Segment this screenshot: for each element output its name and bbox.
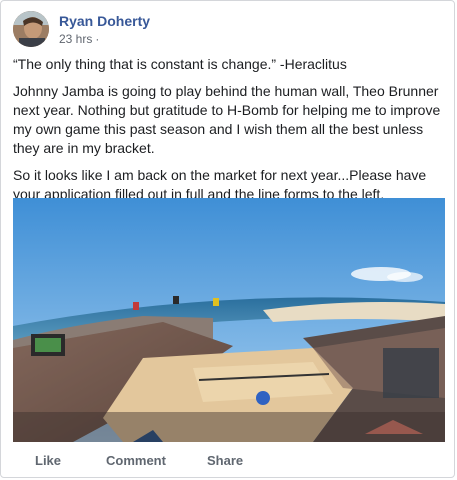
author-name[interactable]: Ryan Doherty	[59, 12, 150, 30]
share-button[interactable]: Share	[207, 449, 243, 473]
post-actions: Like Comment Share	[1, 449, 454, 473]
profile-photo-icon	[13, 11, 49, 47]
post-meta: Ryan Doherty 23 hrs ·	[59, 12, 150, 47]
post-body: “The only thing that is constant is chan…	[13, 55, 443, 212]
post-photo[interactable]	[13, 198, 445, 442]
post-paragraph-announcement: Johnny Jamba is going to play behind the…	[13, 83, 441, 156]
avatar[interactable]	[13, 11, 49, 47]
beach-volleyball-stadium-photo-icon	[13, 198, 445, 442]
like-button[interactable]: Like	[35, 449, 61, 473]
post-card: Ryan Doherty 23 hrs · “The only thing th…	[0, 0, 455, 478]
timestamp[interactable]: 23 hrs	[59, 31, 92, 47]
comment-button[interactable]: Comment	[106, 449, 166, 473]
privacy-separator: ·	[95, 31, 100, 46]
post-paragraph-quote: “The only thing that is constant is chan…	[13, 56, 347, 72]
actions-divider	[13, 445, 442, 446]
post-header: Ryan Doherty 23 hrs ·	[13, 11, 150, 47]
timestamp-row: 23 hrs ·	[59, 31, 150, 47]
